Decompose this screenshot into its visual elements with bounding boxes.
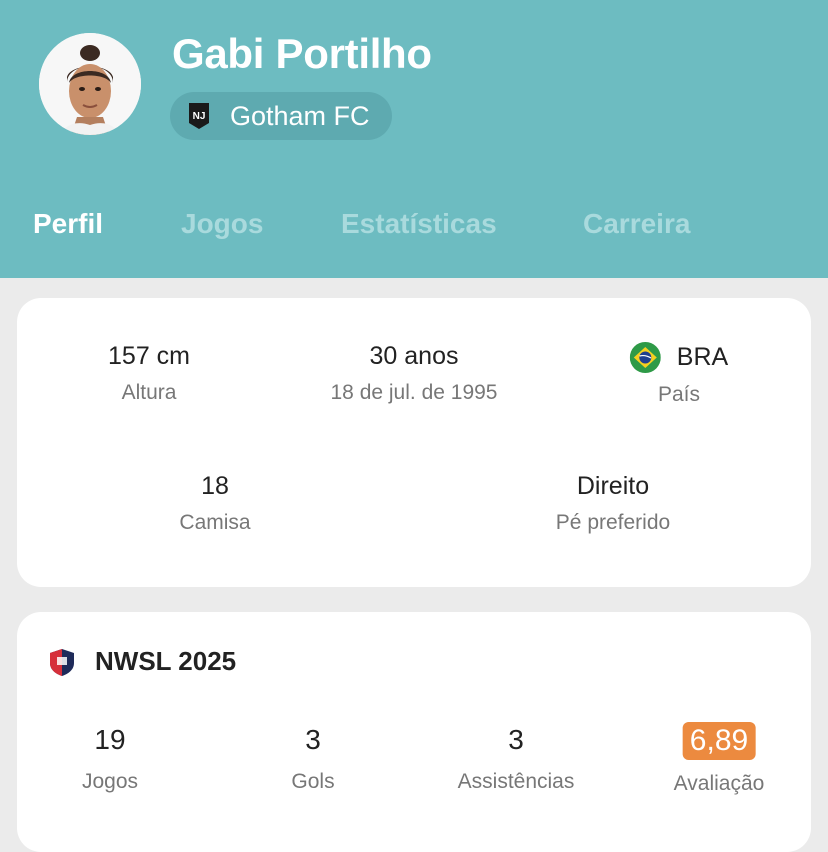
stat-label: Gols	[291, 770, 335, 793]
tab-jogos[interactable]: Jogos	[181, 208, 263, 240]
svg-text:NJ: NJ	[193, 111, 206, 122]
stat-assistencias: 3 Assistências	[458, 724, 575, 794]
age-info: 30 anos 18 de jul. de 1995	[331, 342, 498, 405]
player-avatar[interactable]	[39, 33, 141, 135]
tab-estatisticas[interactable]: Estatísticas	[341, 208, 497, 240]
country-info[interactable]: BRA País	[629, 342, 729, 407]
team-logo-icon: NJ	[187, 101, 211, 131]
league-name: NWSL 2025	[95, 646, 237, 676]
tab-perfil[interactable]: Perfil	[33, 208, 103, 240]
height-label: Altura	[121, 381, 177, 404]
team-name: Gotham FC	[230, 100, 370, 131]
team-chip[interactable]: NJ Gotham FC	[170, 92, 392, 140]
shirt-label: Camisa	[179, 511, 251, 534]
height-info: 157 cm Altura	[108, 342, 190, 405]
stat-jogos: 19 Jogos	[82, 724, 138, 794]
stat-value: 3	[508, 724, 524, 755]
player-photo-icon	[39, 33, 141, 135]
shirt-info: 18 Camisa	[179, 472, 250, 535]
height-value: 157 cm	[108, 342, 190, 370]
birth-date: 18 de jul. de 1995	[330, 381, 498, 404]
brazil-flag-icon	[629, 342, 661, 373]
rating-badge: 6,89	[682, 722, 756, 760]
foot-value: Direito	[576, 472, 650, 500]
foot-info: Direito Pé preferido	[556, 472, 670, 535]
stat-value: 3	[305, 724, 321, 755]
player-name: Gabi Portilho	[172, 30, 432, 77]
stat-label: Jogos	[81, 770, 139, 793]
country-label: País	[657, 383, 701, 406]
league-header: NWSL 2025	[47, 646, 236, 677]
stat-label: Assistências	[457, 770, 575, 793]
shirt-value: 18	[201, 472, 229, 500]
nwsl-logo-icon	[50, 648, 74, 676]
age-value: 30 anos	[369, 342, 459, 370]
profile-info-card: 157 cm Altura 30 anos 18 de jul. de 1995…	[17, 298, 811, 587]
stat-gols: 3 Gols	[291, 724, 334, 794]
profile-tabs: Perfil Jogos Estatísticas Carreira	[0, 208, 828, 254]
foot-label: Pé preferido	[555, 511, 671, 534]
league-stats-card[interactable]: NWSL 2025 19 Jogos 3 Gols 3 Assistências…	[17, 612, 811, 852]
stat-label: Avaliação	[673, 772, 765, 795]
player-header: Gabi Portilho NJ Gotham FC Perfil Jogos …	[0, 0, 828, 278]
country-value: BRA	[676, 343, 729, 371]
stat-value: 19	[94, 724, 126, 755]
tab-carreira[interactable]: Carreira	[583, 208, 690, 240]
stat-avaliacao: 6,89 Avaliação	[673, 722, 765, 796]
